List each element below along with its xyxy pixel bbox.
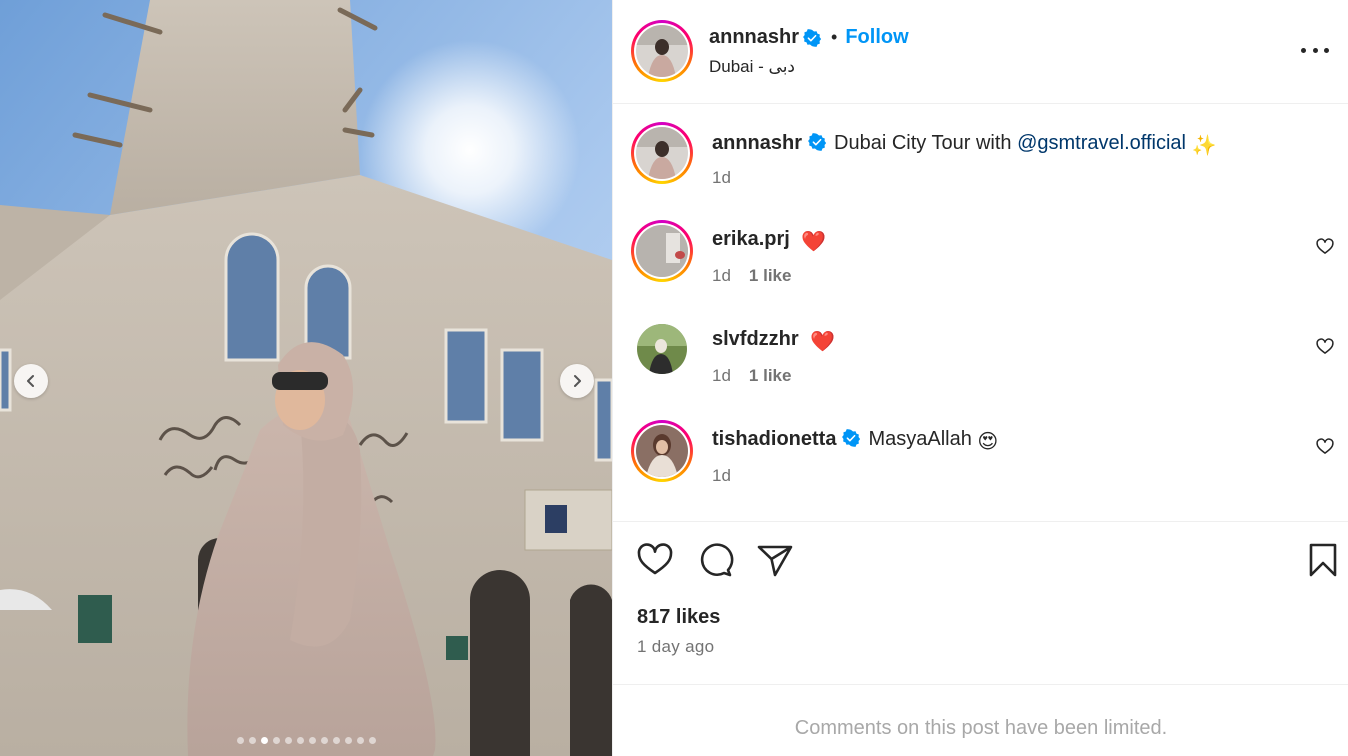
carousel-dot <box>248 737 256 744</box>
comment-username[interactable]: tishadionetta <box>712 428 836 450</box>
caption-mention-link[interactable]: @gsmtravel.official <box>1017 132 1186 154</box>
sparkles-emoji: ✨ <box>1191 135 1217 157</box>
caption-username[interactable]: annnashr <box>712 132 802 154</box>
caption-time[interactable]: 1d <box>712 168 731 188</box>
like-comment-heart-icon[interactable] <box>1315 336 1335 356</box>
previous-photo-button[interactable] <box>14 364 48 398</box>
more-dot-icon <box>1312 47 1318 53</box>
post-details-panel: annnashr • Follow Dubai - دبی annnashr D… <box>612 0 1348 756</box>
comment-item: erika.prj ❤️ 1d 1 like <box>613 202 1348 302</box>
post-location[interactable]: Dubai - دبی <box>709 57 795 77</box>
comment-likes[interactable]: 1 like <box>749 266 792 286</box>
post-dialog: annnashr • Follow Dubai - دبی annnashr D… <box>0 0 1348 756</box>
comment-item: slvfdzzhr ❤️ 1d 1 like <box>613 302 1348 402</box>
like-heart-icon[interactable] <box>635 540 675 580</box>
carousel-dot <box>260 737 268 744</box>
verified-badge-icon <box>803 28 822 47</box>
carousel-dot <box>320 737 328 744</box>
comment-meta: 1d <box>712 466 749 486</box>
caption-item: annnashr Dubai City Tour with @gsmtravel.… <box>613 104 1348 204</box>
caption-text: annnashr Dubai City Tour with @gsmtravel.… <box>712 132 1216 158</box>
more-options-button[interactable] <box>1301 38 1329 62</box>
author-avatar-image <box>636 25 688 77</box>
comment-text: tishadionetta MasyaAllah 😍 <box>712 428 998 454</box>
comment-avatar-image <box>636 425 688 477</box>
carousel-dot <box>356 737 364 744</box>
comment-username[interactable]: slvfdzzhr <box>712 328 799 350</box>
comment-text: slvfdzzhr ❤️ <box>712 328 835 354</box>
photo-image <box>0 0 612 756</box>
author-avatar[interactable] <box>631 20 693 82</box>
chevron-left-icon <box>27 375 34 387</box>
carousel-dot <box>284 737 292 744</box>
caption-avatar-image <box>636 127 688 179</box>
post-timestamp[interactable]: 1 day ago <box>637 637 714 657</box>
carousel-indicator <box>0 737 612 744</box>
heart-eyes-emoji: 😍 <box>977 431 999 453</box>
comment-avatar[interactable] <box>637 324 687 374</box>
save-bookmark-icon[interactable] <box>1303 540 1343 580</box>
carousel-dot <box>344 737 352 744</box>
like-comment-heart-icon[interactable] <box>1315 236 1335 256</box>
post-actions <box>613 540 1348 584</box>
red-heart-emoji: ❤️ <box>801 231 827 253</box>
carousel-dot <box>332 737 340 744</box>
caption-body: Dubai City Tour with <box>834 132 1012 154</box>
comment-meta: 1d 1 like <box>712 266 791 286</box>
comment-bubble-icon[interactable] <box>695 540 735 580</box>
follow-button[interactable]: Follow <box>845 26 908 49</box>
comment-avatar[interactable] <box>631 220 693 282</box>
carousel-dot <box>296 737 304 744</box>
like-comment-heart-icon[interactable] <box>1315 436 1335 456</box>
comment-time[interactable]: 1d <box>712 366 731 386</box>
caption-meta: 1d <box>712 168 731 188</box>
share-paper-plane-icon[interactable] <box>755 540 795 580</box>
author-username[interactable]: annnashr <box>709 26 799 49</box>
comment-text: erika.prj ❤️ <box>712 228 826 254</box>
more-dot-icon <box>1301 47 1306 53</box>
post-photo <box>0 0 612 756</box>
post-header: annnashr • Follow Dubai - دبی <box>613 0 1348 104</box>
carousel-dot <box>272 737 280 744</box>
more-dot-icon <box>1324 47 1329 53</box>
separator-dot: • <box>831 27 838 47</box>
carousel-dot <box>368 737 376 744</box>
verified-badge-icon <box>808 133 827 151</box>
comment-avatar-image <box>636 225 688 277</box>
likes-count[interactable]: 817 likes <box>637 606 720 629</box>
author-line: annnashr • Follow <box>709 26 909 49</box>
caption-avatar[interactable] <box>631 122 693 184</box>
comment-item: tishadionetta MasyaAllah 😍 1d <box>613 402 1348 502</box>
carousel-dot <box>236 737 244 744</box>
comment-username[interactable]: erika.prj <box>712 228 790 250</box>
comment-meta: 1d 1 like <box>712 366 791 386</box>
comment-time[interactable]: 1d <box>712 266 731 286</box>
comments-limited-notice: Comments on this post have been limited. <box>613 684 1348 756</box>
red-heart-emoji: ❤️ <box>810 331 836 353</box>
next-photo-button[interactable] <box>560 364 594 398</box>
carousel-dot <box>308 737 316 744</box>
comment-likes[interactable]: 1 like <box>749 366 792 386</box>
comment-avatar[interactable] <box>631 420 693 482</box>
comment-time[interactable]: 1d <box>712 466 731 486</box>
comment-body: MasyaAllah <box>868 428 972 450</box>
chevron-right-icon <box>574 375 581 387</box>
verified-badge-icon <box>842 429 861 447</box>
comments-list[interactable]: annnashr Dubai City Tour with @gsmtravel.… <box>613 104 1348 522</box>
